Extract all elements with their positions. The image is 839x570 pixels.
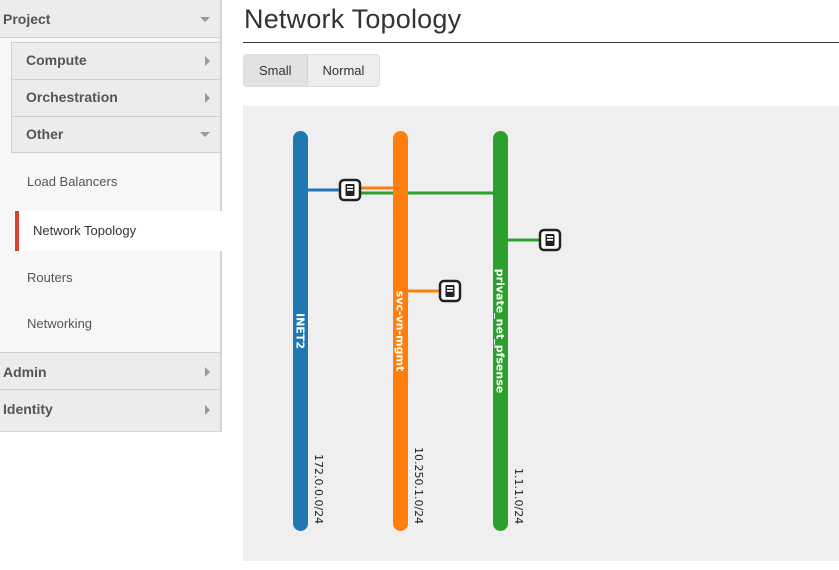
sidebar-item-label: Routers xyxy=(27,270,73,285)
sidebar-section-identity-label: Identity xyxy=(3,401,53,417)
chevron-right-icon xyxy=(205,405,210,415)
normal-size-button[interactable]: Normal xyxy=(307,55,380,86)
server-icon xyxy=(538,228,562,252)
chevron-right-icon xyxy=(205,93,210,103)
sidebar: Project Compute Orchestration Other Load… xyxy=(0,0,224,432)
sidebar-item-label: Networking xyxy=(27,316,93,331)
sidebar-section-identity[interactable]: Identity xyxy=(0,390,220,431)
topology-size-toggle: Small Normal xyxy=(243,54,381,87)
sidebar-group-other-label: Other xyxy=(26,126,64,142)
sidebar-section-project[interactable]: Project xyxy=(0,0,220,38)
small-size-button[interactable]: Small xyxy=(244,55,308,86)
instance-node-2[interactable] xyxy=(538,228,562,252)
sidebar-group-other[interactable]: Other xyxy=(12,117,220,154)
server-icon xyxy=(338,178,362,202)
title-divider xyxy=(243,42,839,43)
instance-node-3[interactable] xyxy=(438,279,462,303)
sidebar-group-orchestration[interactable]: Orchestration xyxy=(12,80,220,117)
chevron-right-icon xyxy=(205,56,210,66)
chevron-down-icon xyxy=(200,17,210,22)
server-icon xyxy=(438,279,462,303)
network-cidr-label: 1.1.1.0/24 xyxy=(512,468,525,524)
chevron-down-icon xyxy=(200,132,210,137)
sidebar-section-admin-label: Admin xyxy=(3,364,47,380)
topology-canvas: INET2 172.0.0.0/24 svc-vn-mgmt 10.250.1.… xyxy=(243,106,839,561)
network-cidr-label: 10.250.1.0/24 xyxy=(412,447,425,524)
sidebar-item-routers[interactable]: Routers xyxy=(0,258,220,298)
sidebar-group-compute-label: Compute xyxy=(26,52,87,68)
sidebar-group-compute[interactable]: Compute xyxy=(12,43,220,80)
sidebar-item-label: Load Balancers xyxy=(27,174,118,189)
sidebar-section-admin[interactable]: Admin xyxy=(0,352,220,390)
chevron-right-icon xyxy=(205,367,210,377)
sidebar-item-label: Network Topology xyxy=(33,223,137,238)
network-name-label: INET2 xyxy=(294,313,307,349)
network-bar-private-net-pfsense[interactable]: private_net_pfsense 1.1.1.0/24 xyxy=(493,131,525,531)
instance-node-1[interactable] xyxy=(338,178,362,202)
sidebar-section-project-label: Project xyxy=(3,11,51,27)
page-title: Network Topology xyxy=(244,4,462,34)
network-cidr-label: 172.0.0.0/24 xyxy=(312,454,325,524)
network-bar-svc-vn-mgmt[interactable]: svc-vn-mgmt 10.250.1.0/24 xyxy=(393,131,425,531)
network-name-label: private_net_pfsense xyxy=(494,269,507,393)
sidebar-group-orchestration-label: Orchestration xyxy=(26,89,118,105)
network-name-label: svc-vn-mgmt xyxy=(394,291,407,371)
sidebar-item-network-topology[interactable]: Network Topology xyxy=(15,211,224,251)
project-subpanel: Compute Orchestration Other xyxy=(11,42,220,153)
sidebar-item-networking[interactable]: Networking xyxy=(0,304,220,344)
sidebar-item-load-balancers[interactable]: Load Balancers xyxy=(0,162,220,202)
